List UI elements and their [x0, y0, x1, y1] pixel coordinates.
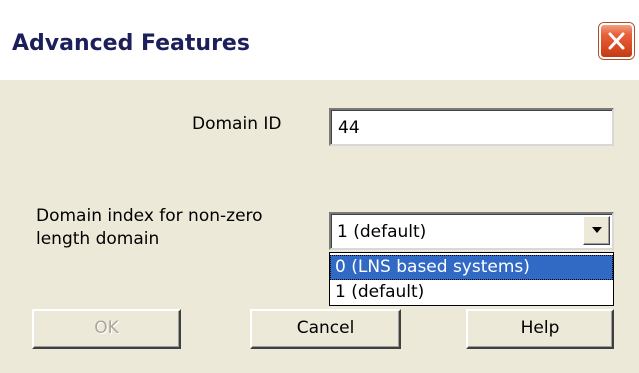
domain-id-label: Domain ID: [192, 114, 282, 134]
ok-button[interactable]: OK: [32, 309, 181, 349]
dropdown-option-lns[interactable]: 0 (LNS based systems): [330, 255, 613, 280]
title-bar[interactable]: Advanced Features: [0, 0, 639, 80]
dropdown-option-default[interactable]: 1 (default): [330, 280, 613, 305]
dialog-window: Advanced Features Domain ID 44 Domain in…: [0, 0, 639, 373]
domain-index-selected-value: 1 (default): [337, 222, 427, 242]
dropdown-button[interactable]: [583, 216, 610, 245]
help-button[interactable]: Help: [466, 309, 614, 349]
domain-index-select[interactable]: 1 (default): [329, 212, 614, 250]
domain-index-dropdown-list: 0 (LNS based systems) 1 (default): [329, 252, 614, 306]
domain-id-field[interactable]: 44: [329, 108, 614, 146]
domain-index-label-line1: Domain index for non-zero: [36, 206, 263, 226]
close-button[interactable]: [599, 23, 634, 59]
window-title: Advanced Features: [12, 31, 250, 56]
cancel-button[interactable]: Cancel: [250, 309, 401, 349]
domain-index-label-line2: length domain: [36, 229, 160, 249]
